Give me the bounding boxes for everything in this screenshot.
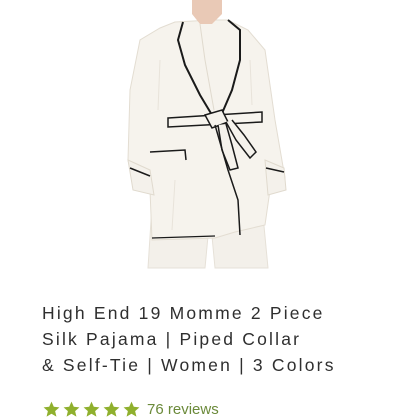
star-icon	[123, 401, 140, 417]
product-title[interactable]: High End 19 Momme 2 Piece Silk Pajama | …	[42, 300, 402, 378]
star-icon	[43, 401, 60, 417]
star-icon	[63, 401, 80, 417]
product-photo-silk-pajama-robe	[0, 0, 420, 270]
star-rating	[42, 400, 141, 419]
star-icon	[83, 401, 100, 417]
reviews-link[interactable]: 76 reviews	[147, 401, 219, 418]
product-title-line-3: & Self-Tie | Women | 3 Colors	[42, 355, 336, 375]
product-image[interactable]	[0, 0, 420, 270]
product-title-line-2: Silk Pajama | Piped Collar	[42, 329, 302, 349]
product-title-line-1: High End 19 Momme 2 Piece	[42, 303, 325, 323]
product-rating: 76 reviews	[42, 398, 219, 420]
star-icon	[103, 401, 120, 417]
